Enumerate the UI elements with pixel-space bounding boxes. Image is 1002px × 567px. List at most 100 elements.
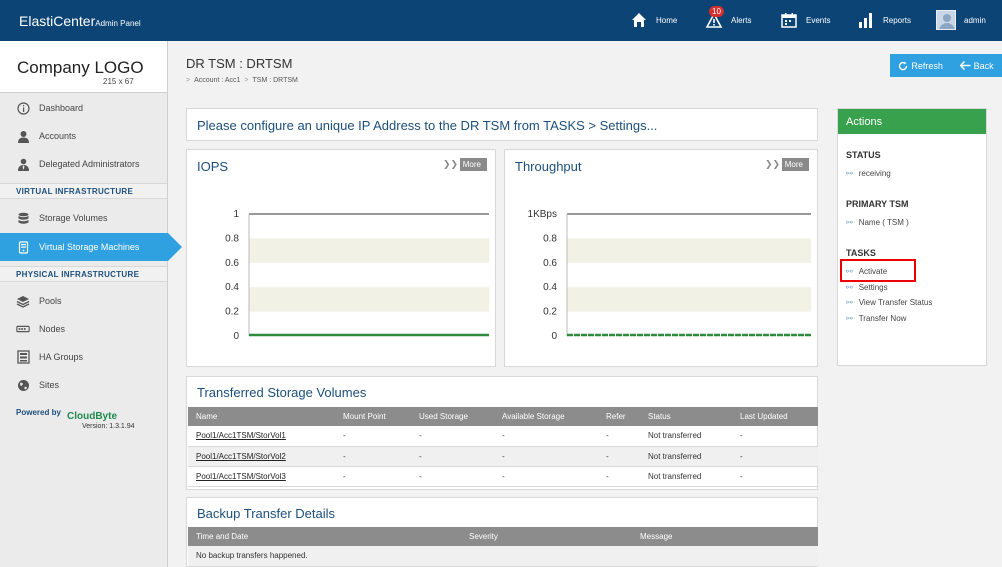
iops-y-tick-label: 0.4 bbox=[225, 282, 239, 293]
throughput-y-tick-label: 0.8 bbox=[543, 233, 557, 244]
info-icon bbox=[16, 101, 30, 115]
task-view-transfer-label: View Transfer Status bbox=[858, 298, 933, 307]
breadcrumb: > Account : Acc1 > TSM : DRTSM bbox=[186, 77, 298, 84]
column-header[interactable]: Name bbox=[188, 407, 335, 426]
refresh-icon bbox=[899, 61, 908, 70]
breadcrumb-tsm[interactable]: TSM : DRTSM bbox=[253, 77, 298, 84]
backup-transfer-panel: Backup Transfer Details Time and Date Se… bbox=[186, 497, 818, 567]
throughput-band bbox=[567, 238, 811, 263]
nav-reports[interactable]: Reports bbox=[857, 10, 911, 30]
iops-chart-panel: IOPS More 1 0.8 0.6 0.4 0.2 0 bbox=[186, 149, 496, 367]
throughput-band bbox=[567, 287, 811, 312]
table-row: Pool1/Acc1TSM/StorVol3 - - - - Not trans… bbox=[188, 466, 818, 487]
breadcrumb-account[interactable]: Account : Acc1 bbox=[194, 77, 240, 84]
status-value: ⚯ receiving bbox=[846, 169, 891, 178]
status-value-text: receiving bbox=[858, 169, 891, 178]
table-cell: - bbox=[494, 446, 598, 467]
breadcrumb-separator: > bbox=[186, 77, 191, 84]
table-row: Pool1/Acc1TSM/StorVol1 - - - - Not trans… bbox=[188, 426, 818, 447]
column-header[interactable]: Used Storage bbox=[411, 407, 494, 426]
column-header[interactable]: Severity bbox=[461, 527, 632, 546]
column-header[interactable]: Message bbox=[632, 527, 818, 546]
sidebar-item-sites[interactable]: Sites bbox=[0, 371, 167, 399]
rack-icon bbox=[16, 350, 30, 364]
sidebar: Company LOGO 215 x 67 Dashboard Accounts… bbox=[0, 41, 182, 567]
nav-user-label: admin bbox=[964, 15, 986, 25]
throughput-chart-title: Throughput bbox=[515, 159, 582, 174]
table-cell: - bbox=[598, 466, 640, 487]
cloudbyte-version: Version: 1.3.1.94 bbox=[82, 423, 135, 430]
transferred-volumes-title: Transferred Storage Volumes bbox=[197, 385, 367, 400]
link-icon: ⚯ bbox=[846, 169, 853, 178]
column-header[interactable]: Mount Point bbox=[335, 407, 411, 426]
sidebar-item-delegated-admins[interactable]: Delegated Administrators bbox=[0, 150, 167, 178]
nav-events-label: Events bbox=[806, 15, 831, 25]
sidebar-item-ha-groups[interactable]: HA Groups bbox=[0, 343, 167, 371]
page-title: DR TSM : DRTSM bbox=[186, 56, 293, 71]
table-cell: - bbox=[411, 426, 494, 447]
column-header[interactable]: Status bbox=[640, 407, 732, 426]
back-button[interactable]: Back bbox=[959, 61, 994, 71]
task-activate[interactable]: ⚯ Activate bbox=[846, 267, 887, 276]
sidebar-item-accounts[interactable]: Accounts bbox=[0, 122, 167, 150]
iops-band bbox=[249, 238, 489, 263]
sidebar-item-nodes[interactable]: Nodes bbox=[0, 315, 167, 343]
table-cell: - bbox=[732, 446, 818, 467]
column-header[interactable]: Time and Date bbox=[188, 527, 461, 546]
table-cell: - bbox=[732, 466, 818, 487]
throughput-chart-panel: Throughput More 1KBps 0.8 0.6 0.4 0.2 0 bbox=[504, 149, 818, 367]
sidebar-item-pools[interactable]: Pools bbox=[0, 287, 167, 315]
table-cell: - bbox=[598, 426, 640, 447]
top-bar: ElastiCenterAdmin Panel Home 10 Alerts E… bbox=[0, 0, 1002, 41]
backup-transfer-title: Backup Transfer Details bbox=[197, 506, 336, 521]
backup-table-header: Time and Date Severity Message bbox=[188, 527, 818, 546]
actions-title: Actions bbox=[838, 109, 986, 134]
task-transfer-now[interactable]: ⚯ Transfer Now bbox=[846, 314, 906, 323]
main-content: DR TSM : DRTSM > Account : Acc1 > TSM : … bbox=[168, 41, 1002, 567]
table-cell: Not transferred bbox=[640, 446, 732, 467]
primary-tsm-text: Name ( TSM ) bbox=[858, 218, 909, 227]
sidebar-item-dashboard[interactable]: Dashboard bbox=[0, 94, 167, 122]
status-label: STATUS bbox=[846, 150, 881, 160]
alerts-count-badge: 10 bbox=[709, 6, 724, 17]
column-header[interactable]: Available Storage bbox=[494, 407, 598, 426]
sidebar-item-label: Pools bbox=[39, 296, 62, 306]
refresh-button[interactable]: Refresh bbox=[898, 61, 943, 71]
volumes-table-header: Name Mount Point Used Storage Available … bbox=[188, 407, 818, 426]
volume-name-link[interactable]: Pool1/Acc1TSM/StorVol2 bbox=[188, 446, 335, 467]
nav-user[interactable]: admin bbox=[936, 10, 986, 30]
table-cell: - bbox=[411, 466, 494, 487]
transferred-volumes-panel: Transferred Storage Volumes Name Mount P… bbox=[186, 376, 818, 490]
primary-tsm-label: PRIMARY TSM bbox=[846, 199, 909, 209]
nav-alerts[interactable]: 10 Alerts bbox=[705, 6, 751, 30]
company-logo: Company LOGO 215 x 67 bbox=[0, 41, 167, 93]
sidebar-item-label: Accounts bbox=[39, 131, 77, 141]
sidebar-item-label: Virtual Storage Machines bbox=[39, 242, 140, 252]
bar-chart-icon bbox=[857, 11, 875, 29]
task-settings[interactable]: ⚯ Settings bbox=[846, 283, 888, 292]
iops-more-button[interactable]: More bbox=[443, 158, 487, 171]
sidebar-item-virtual-storage-machines[interactable]: Virtual Storage Machines bbox=[0, 233, 182, 261]
sidebar-item-label: Storage Volumes bbox=[39, 213, 108, 223]
column-header[interactable]: Refer bbox=[598, 407, 640, 426]
sidebar-item-label: Dashboard bbox=[39, 103, 84, 113]
primary-tsm-link[interactable]: ⚯ Name ( TSM ) bbox=[846, 218, 909, 227]
nav-events[interactable]: Events bbox=[780, 10, 830, 30]
sidebar-item-storage-volumes[interactable]: Storage Volumes bbox=[0, 204, 167, 232]
section-physical-infrastructure: PHYSICAL INFRASTRUCTURE bbox=[0, 266, 167, 282]
volume-name-link[interactable]: Pool1/Acc1TSM/StorVol3 bbox=[188, 466, 335, 487]
throughput-more-button[interactable]: More bbox=[765, 158, 809, 171]
task-transfer-now-label: Transfer Now bbox=[858, 314, 907, 323]
link-icon: ⚯ bbox=[846, 267, 853, 276]
throughput-y-tick-label: 0.2 bbox=[543, 307, 557, 318]
column-header[interactable]: Last Updated bbox=[732, 407, 818, 426]
brand[interactable]: ElastiCenterAdmin Panel bbox=[19, 13, 141, 29]
sidebar-item-label: Sites bbox=[39, 380, 60, 390]
logo-size: 215 x 67 bbox=[103, 77, 134, 86]
nav-home[interactable]: Home bbox=[630, 10, 677, 30]
task-view-transfer-status[interactable]: ⚯ View Transfer Status bbox=[846, 298, 932, 307]
table-cell: Not transferred bbox=[640, 466, 732, 487]
link-icon: ⚯ bbox=[846, 218, 853, 227]
admin-icon bbox=[16, 157, 30, 171]
volume-name-link[interactable]: Pool1/Acc1TSM/StorVol1 bbox=[188, 426, 335, 447]
